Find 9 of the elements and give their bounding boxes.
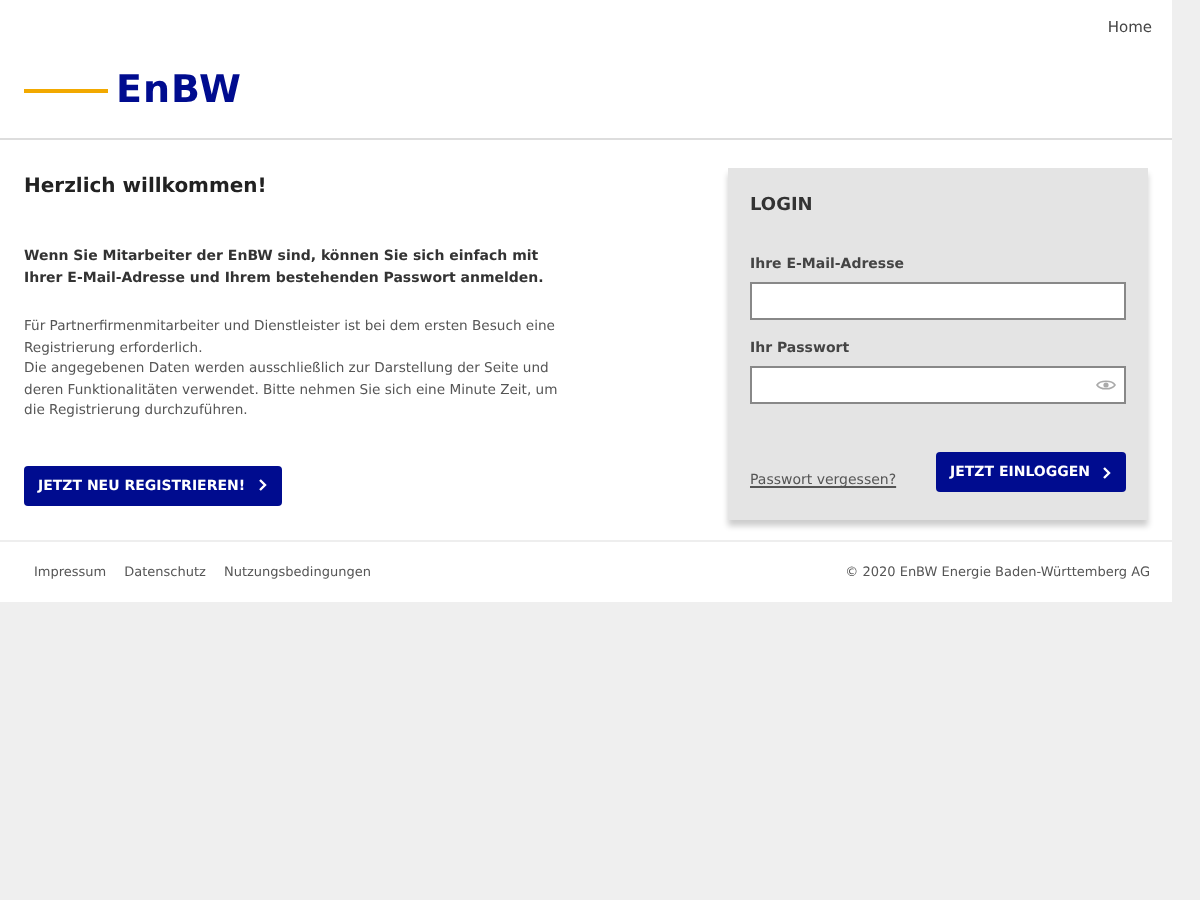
password-field[interactable] [750, 366, 1126, 404]
logo[interactable]: EnBW [116, 72, 242, 110]
chevron-icon [257, 478, 268, 492]
chevron-icon [1102, 465, 1112, 479]
email-field[interactable] [750, 282, 1126, 320]
eye-icon[interactable] [1096, 378, 1116, 392]
login-heading: LOGIN [750, 196, 815, 216]
welcome-heading: Herzlich willkommen! [24, 176, 269, 198]
logo-line-icon [24, 88, 108, 94]
